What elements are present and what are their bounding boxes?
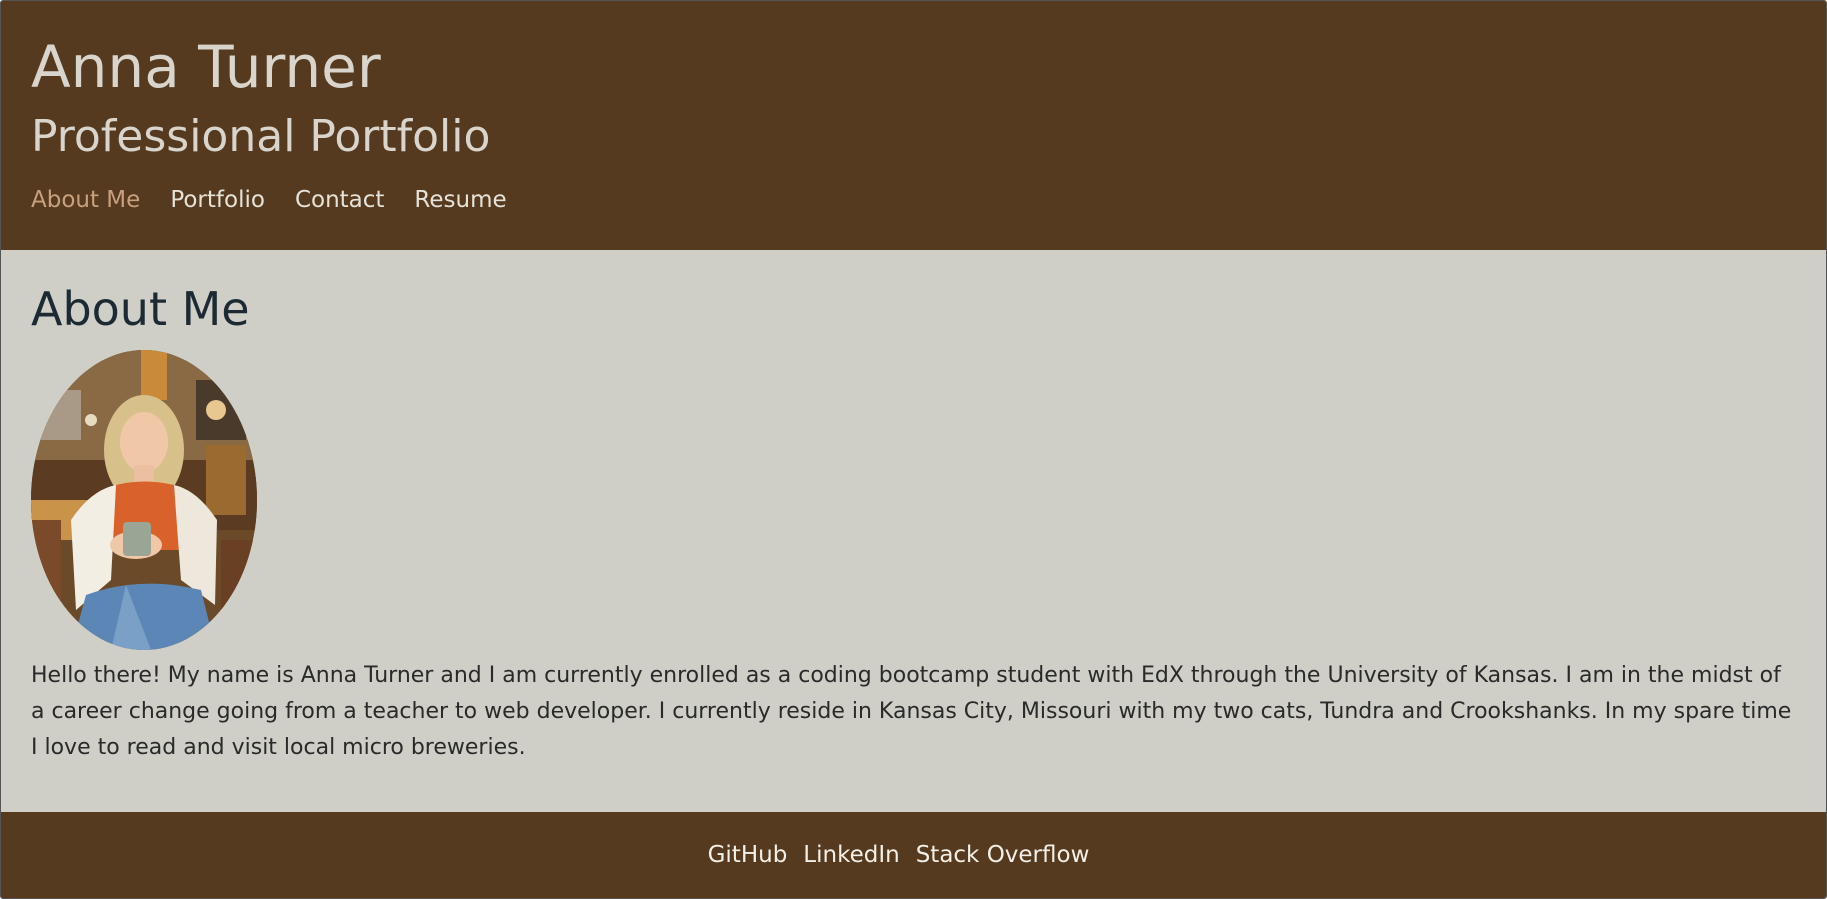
page-frame: Anna Turner Professional Portfolio About… — [0, 0, 1827, 899]
about-section: About Me Hello there! My name is Anna Tu… — [1, 250, 1826, 812]
github-link[interactable]: GitHub — [708, 840, 788, 870]
nav-contact[interactable]: Contact — [295, 185, 384, 215]
main-nav: About Me Portfolio Contact Resume — [31, 185, 1796, 215]
profile-photo — [31, 350, 257, 650]
site-title: Anna Turner — [31, 33, 381, 101]
linkedin-link[interactable]: LinkedIn — [803, 840, 899, 870]
stack-overflow-link[interactable]: Stack Overflow — [916, 840, 1090, 870]
site-header: Anna Turner Professional Portfolio About… — [1, 1, 1826, 250]
bio-text: Hello there! My name is Anna Turner and … — [31, 663, 1792, 760]
site-footer: GitHub LinkedIn Stack Overflow — [1, 812, 1826, 898]
nav-about-me[interactable]: About Me — [31, 185, 140, 215]
nav-resume[interactable]: Resume — [414, 185, 506, 215]
site-subtitle: Professional Portfolio — [31, 111, 491, 162]
section-title: About Me — [31, 282, 250, 336]
nav-portfolio[interactable]: Portfolio — [170, 185, 265, 215]
